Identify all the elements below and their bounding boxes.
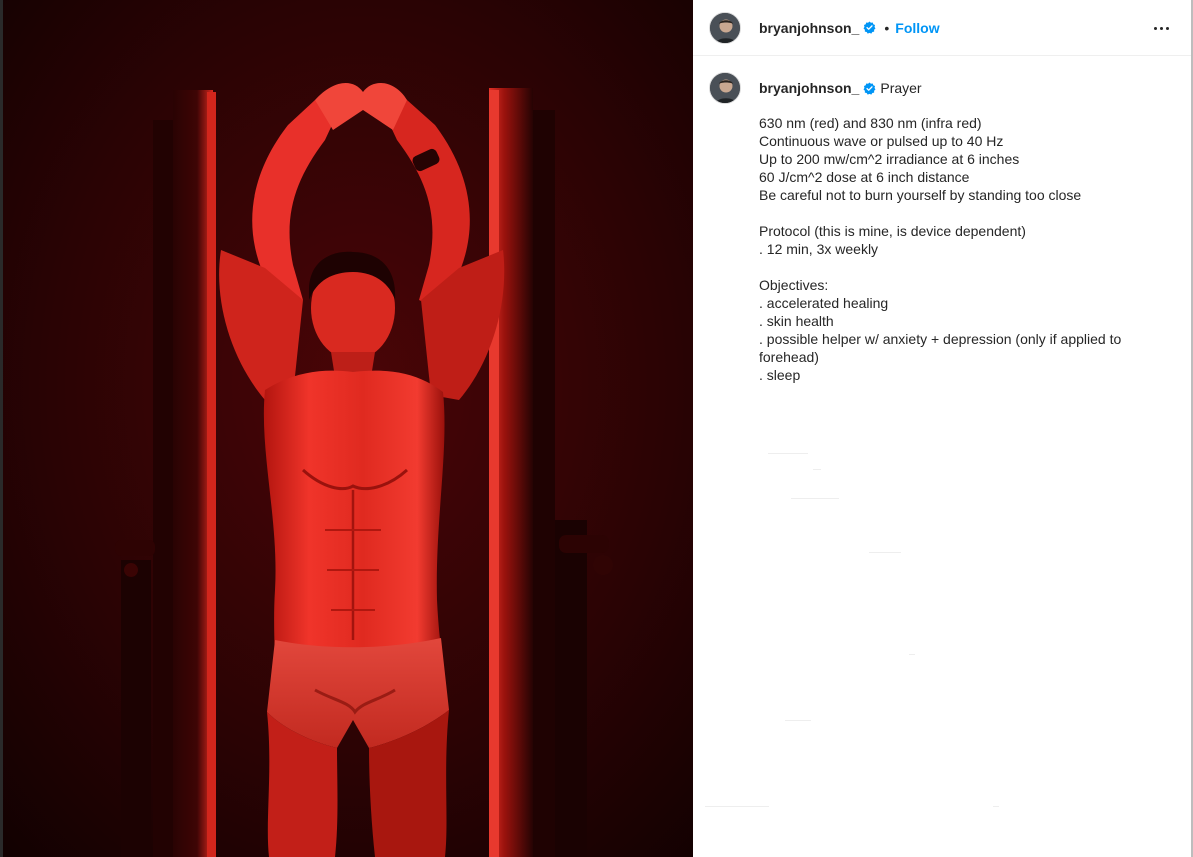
comment-placeholder bbox=[705, 806, 769, 807]
header-separator: • bbox=[884, 19, 890, 36]
caption-line: 630 nm (red) and 830 nm (infra red) bbox=[759, 115, 982, 131]
post-caption: bryanjohnson_ Prayer 630 nm (red) and 83… bbox=[693, 56, 1191, 384]
comment-placeholder bbox=[869, 552, 901, 553]
comment-placeholder bbox=[791, 498, 839, 499]
caption-line: Be careful not to burn yourself by stand… bbox=[759, 187, 1082, 203]
caption-line: Continuous wave or pulsed up to 40 Hz bbox=[759, 133, 1004, 149]
comment-placeholder bbox=[785, 720, 811, 721]
caption-line: Objectives: bbox=[759, 277, 829, 293]
caption-line: . possible helper w/ anxiety + depressio… bbox=[759, 331, 1122, 347]
caption-line: forehead) bbox=[759, 349, 819, 365]
caption-avatar[interactable] bbox=[709, 72, 741, 104]
caption-title: Prayer bbox=[880, 80, 922, 96]
follow-button[interactable]: Follow bbox=[895, 20, 939, 36]
header-username[interactable]: bryanjohnson_ bbox=[759, 20, 859, 36]
comment-placeholder bbox=[993, 806, 999, 807]
caption-text: 630 nm (red) and 830 nm (infra red) Cont… bbox=[759, 114, 1149, 384]
red-light-photo bbox=[3, 0, 693, 857]
verified-badge-icon bbox=[863, 21, 876, 34]
post-header: bryanjohnson_ • Follow bbox=[693, 0, 1191, 56]
caption-line: Up to 200 mw/cm^2 irradiance at 6 inches bbox=[759, 151, 1020, 167]
verified-badge-icon bbox=[863, 81, 876, 95]
caption-body: bryanjohnson_ Prayer 630 nm (red) and 83… bbox=[759, 72, 1149, 384]
caption-line: . sleep bbox=[759, 367, 801, 383]
caption-line: . accelerated healing bbox=[759, 295, 889, 311]
more-options-icon[interactable] bbox=[1149, 16, 1173, 40]
post-side-panel: bryanjohnson_ • Follow bryanjohnson_ Pra… bbox=[693, 0, 1193, 857]
post-photo[interactable] bbox=[0, 0, 693, 857]
caption-line: Protocol (this is mine, is device depend… bbox=[759, 223, 1026, 239]
caption-line: . skin health bbox=[759, 313, 834, 329]
comment-placeholder bbox=[813, 469, 821, 470]
avatar[interactable] bbox=[709, 11, 741, 44]
caption-line: . 12 min, 3x weekly bbox=[759, 241, 879, 257]
caption-username[interactable]: bryanjohnson_ bbox=[759, 80, 859, 96]
instagram-post: bryanjohnson_ • Follow bryanjohnson_ Pra… bbox=[0, 0, 1193, 857]
comment-placeholder bbox=[768, 453, 808, 454]
comment-placeholder bbox=[909, 654, 915, 655]
caption-line: 60 J/cm^2 dose at 6 inch distance bbox=[759, 169, 970, 185]
caption-head: bryanjohnson_ Prayer bbox=[759, 79, 1149, 97]
